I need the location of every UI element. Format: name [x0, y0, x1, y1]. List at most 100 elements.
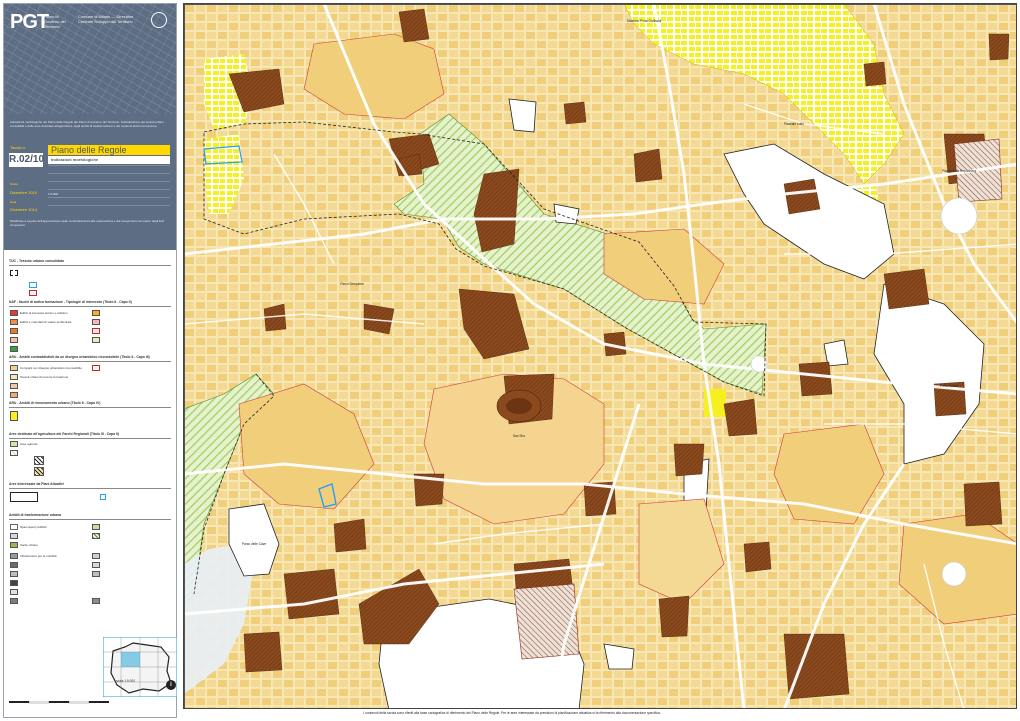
legend-swatch-d [10, 337, 18, 343]
legend-swatch-aru2 [10, 374, 18, 380]
legend-swatch-infra7 [92, 553, 100, 559]
legend-item: Tessuti urbani di recente formazione [20, 375, 69, 379]
legend-swatch-space [10, 524, 18, 530]
legend-section-title: TUC - Tessuto urbano consolidato [9, 259, 65, 263]
legend-item: Spazi aperti pubblici [20, 525, 47, 529]
red-hatched-complex [513, 583, 580, 660]
legend-swatch-aru3 [10, 383, 18, 389]
piazza [940, 197, 978, 235]
map-area[interactable]: Parco Sempione Stazione Porta Garibaldi … [183, 3, 1017, 709]
legend-swatch-c [10, 328, 18, 334]
tavola-number: R.02/10 [9, 153, 45, 167]
legend-section-title: Aree destinate all'agricoltura del Parch… [9, 432, 120, 436]
legend-swatch-e [10, 346, 18, 352]
map-label: Parco Sempione [340, 282, 364, 286]
legend-section-title: Aree interessate da Piani Attuativi [9, 482, 64, 486]
legend-swatch-tuc [10, 270, 18, 276]
map-label: Stazione Porta Garibaldi [626, 19, 662, 23]
legend-swatch-infra9 [92, 571, 100, 577]
scale-bar [9, 701, 109, 704]
logo-subtitle: Piano di Governo del Territorio [44, 14, 66, 29]
pgt-logo: PGT [10, 11, 49, 33]
legend-item: Infrastrutture per la mobilità [20, 554, 57, 558]
legend-swatch-b [10, 319, 18, 325]
legend-swatch-hatch-mixed [34, 467, 44, 476]
info-row [48, 197, 170, 205]
info-row [48, 165, 170, 173]
legend-rule [9, 488, 171, 489]
map-sheet: PGT Piano di Governo del Territorio Comu… [0, 0, 1020, 721]
legend-swatch-aru4 [10, 392, 18, 398]
legend-swatch-i [92, 337, 100, 343]
legend-swatch-infra10 [92, 598, 100, 604]
legend-item: Edifici e manufatti di valore ambientale [20, 320, 72, 324]
map-canvas [184, 4, 1016, 708]
legend-rule [9, 265, 171, 266]
legend-item: Edifici di interesse storico e artistico [20, 311, 68, 315]
legend-swatch-infra3 [10, 571, 18, 577]
approval-note: Modificato a seguito dell'approvazione d… [10, 219, 165, 227]
map-label: Parco delle Cave [241, 542, 267, 546]
legend-rule [9, 438, 171, 439]
legend-swatch-red [29, 290, 37, 296]
key-map-highlight [121, 652, 140, 667]
legend-swatch-infra1 [10, 553, 18, 559]
legend-item: Verde urbano [20, 543, 39, 547]
tavola-label: Tavola n. [10, 145, 27, 150]
legend-section-title: Ambiti di trasformazione urbana [9, 513, 61, 517]
scale-text: scala 1:5.000 [116, 679, 135, 683]
legend-swatch-f [92, 310, 100, 316]
legend-item: Comparti con disegno urbanistico riconos… [20, 366, 82, 370]
legend-rule [9, 407, 171, 408]
legend-swatch-infra6 [10, 598, 18, 604]
date-value-2: Dicembre 2014 [10, 207, 38, 212]
title-block: PGT Piano di Governo del Territorio Comu… [4, 4, 176, 250]
north-arrow-icon: i [166, 680, 176, 690]
legend-item: Aree agricole [20, 442, 38, 446]
legend-swatch-aru1 [10, 365, 18, 371]
legend-swatch-infra2 [10, 562, 18, 568]
legend-swatch-agri [10, 441, 18, 447]
stadium-inner [506, 398, 532, 414]
description: Indicazioni morfologiche del Piano delle… [10, 120, 164, 128]
legend-section-title: ARU - Ambiti di rinnovamento urbano (Tit… [9, 401, 101, 405]
legend-swatch-green2 [92, 524, 100, 530]
city-crest-icon [151, 12, 167, 28]
info-row [48, 173, 170, 181]
legend-swatch-blue [29, 282, 37, 288]
legend-swatch-grey1 [10, 533, 18, 539]
info-row: 1:5.000 [48, 189, 170, 197]
legend-rule [9, 306, 171, 307]
map-label: Piazzale Lotto [783, 122, 805, 126]
legend-swatch-infra5 [10, 589, 18, 595]
key-map [103, 637, 177, 697]
map-label: San Siro [512, 434, 526, 438]
legend-swatch-pa [10, 492, 38, 502]
city-text: Comune di Milano — Direzione Centrale Sv… [78, 14, 134, 24]
scale-label: Scala [10, 182, 18, 186]
legend-swatch-yellow [10, 411, 18, 421]
legend-rule [9, 519, 171, 520]
legend-swatch-h [92, 328, 100, 334]
date-value: Dicembre 2010 [10, 190, 38, 195]
legend-swatch-hatch-black [34, 456, 44, 465]
legend-swatch-aru5 [92, 365, 100, 371]
map-label: Piazza della Repubblica [941, 169, 977, 173]
legend-swatch-infra4 [10, 580, 18, 586]
legend-section-title: ARU - Ambiti contraddistinti da un diseg… [9, 355, 150, 359]
piazza [941, 561, 967, 587]
plan-title: Piano delle Regole [48, 145, 170, 155]
legend-swatch-a [10, 310, 18, 316]
legend-swatch-green [10, 542, 18, 548]
legend-swatch-infra8 [92, 562, 100, 568]
legend-panel: PGT Piano di Governo del Territorio Comu… [3, 3, 177, 718]
info-row [48, 181, 170, 189]
legend-swatch-g [92, 319, 100, 325]
footer-note: I contenuti della tavola sono riferiti a… [363, 711, 661, 715]
legend-rule [9, 361, 171, 362]
legend-swatch-agri-hatch [10, 450, 18, 456]
legend-section-title: NAF - Nuclei di antica formazione - Tipo… [9, 300, 132, 304]
legend-swatch-pa-blue [100, 494, 106, 500]
date-label: Data [10, 200, 17, 204]
map-label: Porta Nuova [940, 384, 958, 388]
